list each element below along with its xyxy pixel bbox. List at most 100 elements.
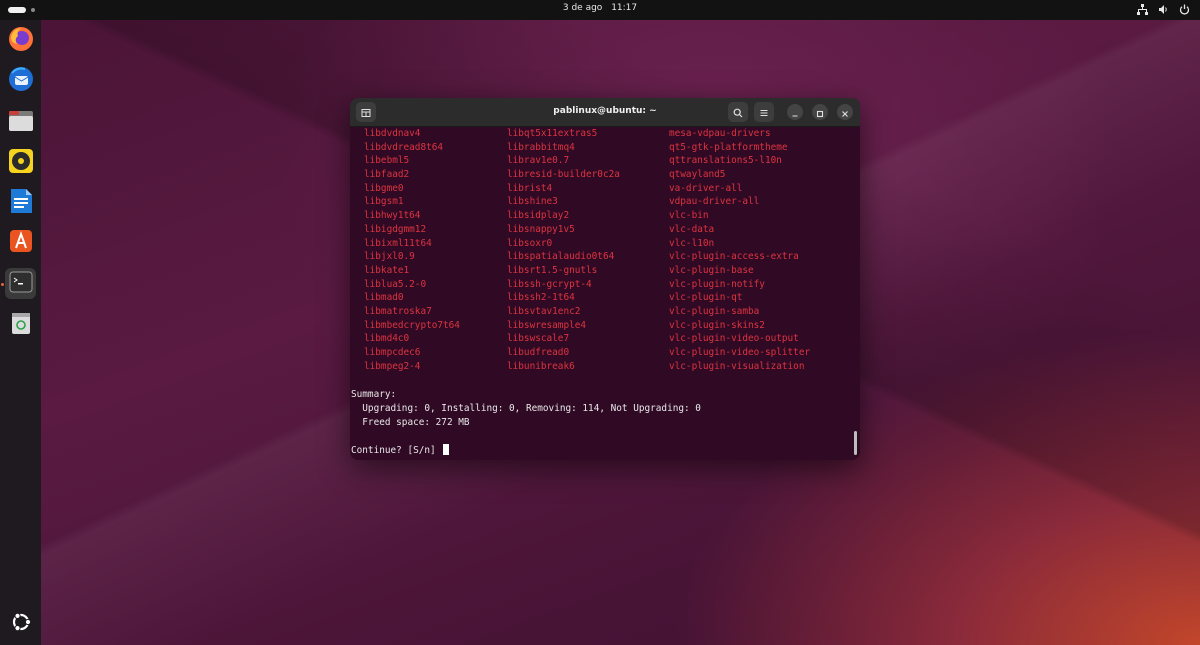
files-icon xyxy=(7,107,35,139)
package-name: vlc-data xyxy=(669,223,715,235)
firefox-icon xyxy=(7,25,35,57)
package-name: vlc-plugin-video-output xyxy=(669,333,799,345)
package-name: libssh-gcrypt-4 xyxy=(507,278,592,290)
dock-app-center[interactable] xyxy=(5,227,36,258)
top-bar: 3 de ago 11:17 xyxy=(0,0,1200,20)
package-name: vlc-plugin-base xyxy=(669,264,754,276)
summary-label: Summary: xyxy=(351,389,397,400)
package-removal-list: libdvdnav4 libqt5x11extras5 mesa-vdpau-dri… xyxy=(364,127,810,373)
dock-trash[interactable] xyxy=(5,309,36,340)
close-button[interactable] xyxy=(837,104,853,120)
package-name: libmd4c0 xyxy=(364,333,410,345)
package-name: libmpcdec6 xyxy=(364,347,421,358)
package-row: libmad0 libssh2-1t64 vlc-plugin-qt xyxy=(364,291,810,305)
package-name: libhwy1t64 xyxy=(364,210,421,222)
package-row: libhwy1t64 libsidplay2 vlc-bin xyxy=(364,209,810,223)
package-name: qtwayland5 xyxy=(669,169,726,181)
package-name: libjxl0.9 xyxy=(364,251,415,263)
scrollbar[interactable] xyxy=(854,431,857,455)
package-row: libkate1 libsrt1.5-gnutls vlc-plugin-base xyxy=(364,264,810,278)
package-row: liblua5.2-0 libssh-gcrypt-4 vlc-plugin-not… xyxy=(364,278,810,292)
rhythmbox-icon xyxy=(7,147,35,179)
terminal-header-bar[interactable]: pablinux@ubuntu: ~ xyxy=(350,98,860,127)
package-name: libsvtav1enc2 xyxy=(507,305,581,317)
package-name: libssh2-1t64 xyxy=(507,292,575,304)
package-name: vlc-plugin-visualization xyxy=(669,360,805,372)
summary-counts: Upgrading: 0, Installing: 0, Removing: 1… xyxy=(351,403,701,414)
package-row: libfaad2 libresid-builder0c2a qtwayland5 xyxy=(364,168,810,182)
package-name: libebml5 xyxy=(364,155,410,167)
package-name: libswscale7 xyxy=(507,333,570,345)
package-name: libunibreak6 xyxy=(507,360,575,372)
prompt-line[interactable]: Continue? [S/n] xyxy=(351,444,450,456)
package-name: libdvdnav4 xyxy=(364,128,421,139)
package-name: vlc-plugin-notify xyxy=(669,278,765,290)
dock-writer[interactable] xyxy=(5,187,36,218)
package-name: vdpau-driver-all xyxy=(669,196,760,208)
package-name: libswresample4 xyxy=(507,319,587,331)
package-name: libsrt1.5-gnutls xyxy=(507,264,598,276)
package-name: libkate1 xyxy=(364,264,410,276)
package-name: libsnappy1v5 xyxy=(507,223,575,235)
app-center-icon xyxy=(7,227,35,259)
dock-firefox[interactable] xyxy=(5,25,36,56)
clock[interactable]: 3 de ago 11:17 xyxy=(0,3,1200,13)
dock-rhythmbox[interactable] xyxy=(5,147,36,178)
package-name: librav1e0.7 xyxy=(507,155,570,167)
package-row: libmatroska7 libsvtav1enc2 vlc-plugin-samb… xyxy=(364,305,810,319)
package-row: libjxl0.9 libspatialaudio0t64 vlc-plugin-a… xyxy=(364,250,810,264)
package-name: vlc-l10n xyxy=(669,237,715,249)
package-name: libixml11t64 xyxy=(364,237,432,249)
package-name: vlc-plugin-access-extra xyxy=(669,251,799,263)
show-apps-button[interactable] xyxy=(5,608,36,639)
package-name: librabbitmq4 xyxy=(507,141,575,153)
package-name: qttranslations5-l10n xyxy=(669,155,782,167)
package-name: libudfread0 xyxy=(507,347,570,358)
clock-date: 3 de ago xyxy=(562,3,603,13)
clock-time: 11:17 xyxy=(611,3,638,13)
package-row: libmbedcrypto7t64 libswresample4 vlc-plugi… xyxy=(364,319,810,333)
close-icon xyxy=(841,103,849,122)
package-name: libmad0 xyxy=(364,292,404,304)
hamburger-menu-icon xyxy=(759,103,769,122)
thunderbird-icon xyxy=(7,65,35,97)
package-name: libsidplay2 xyxy=(507,210,570,222)
maximize-button[interactable] xyxy=(812,104,828,120)
dock-files[interactable] xyxy=(5,107,36,138)
package-name: libsoxr0 xyxy=(507,237,553,249)
terminal-output[interactable]: libdvdnav4 libqt5x11extras5 mesa-vdpau-dri… xyxy=(350,126,860,460)
package-name: libmpeg2-4 xyxy=(364,360,421,372)
package-name: libshine3 xyxy=(507,196,558,208)
package-name: libresid-builder0c2a xyxy=(507,169,620,181)
package-name: qt5-gtk-platformtheme xyxy=(669,141,788,153)
package-row: libmpeg2-4 libunibreak6 vlc-plugin-visuali… xyxy=(364,360,810,374)
package-row: libmd4c0 libswscale7 vlc-plugin-video-outp… xyxy=(364,332,810,346)
continue-prompt: Continue? [S/n] xyxy=(351,445,442,456)
dock-thunderbird[interactable] xyxy=(5,65,36,96)
package-row: libgme0 librist4 va-driver-all xyxy=(364,182,810,196)
menu-button[interactable] xyxy=(754,102,774,122)
ubuntu-logo-icon xyxy=(9,610,33,638)
search-icon xyxy=(733,103,743,122)
terminal-window[interactable]: pablinux@ubuntu: ~ libdvdnav4 libqt5x11e… xyxy=(350,98,860,460)
package-name: vlc-plugin-qt xyxy=(669,292,743,304)
minimize-button[interactable] xyxy=(787,104,803,120)
system-tray[interactable] xyxy=(1136,3,1190,15)
terminal-icon xyxy=(8,269,34,299)
package-row: libdvdnav4 libqt5x11extras5 mesa-vdpau-dri… xyxy=(364,127,810,141)
package-row: libgsm1 libshine3 vdpau-driver-all xyxy=(364,195,810,209)
trash-icon xyxy=(8,310,34,340)
package-name: vlc-plugin-skins2 xyxy=(669,319,765,331)
package-name: libqt5x11extras5 xyxy=(507,128,598,139)
package-name: libspatialaudio0t64 xyxy=(507,251,615,263)
maximize-icon xyxy=(816,103,824,122)
text-cursor xyxy=(443,444,450,455)
package-name: libdvdread8t64 xyxy=(364,141,444,153)
freed-space: Freed space: 272 MB xyxy=(351,417,470,428)
power-icon xyxy=(1178,3,1190,15)
dock-terminal[interactable] xyxy=(5,268,36,299)
package-row: libmpcdec6 libudfread0 vlc-plugin-video-sp… xyxy=(364,346,810,360)
package-row: libebml5 librav1e0.7 qttranslations5-l10n xyxy=(364,154,810,168)
search-button[interactable] xyxy=(728,102,748,122)
package-name: libgme0 xyxy=(364,182,404,194)
